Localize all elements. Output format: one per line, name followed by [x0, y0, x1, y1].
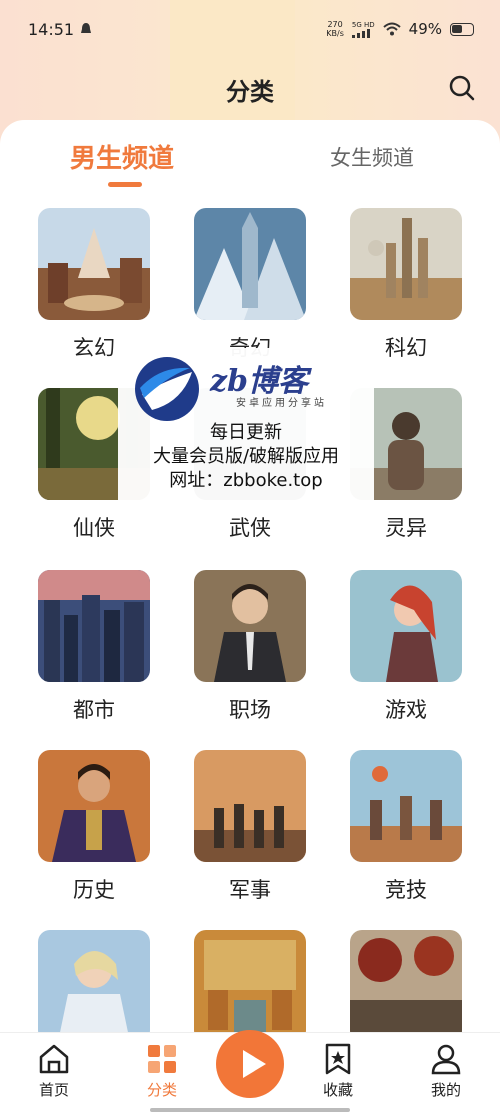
category-label: 职场	[229, 698, 271, 722]
category-item-row5-2[interactable]	[194, 930, 306, 1032]
category-cover-image	[38, 750, 150, 862]
play-icon	[243, 1050, 266, 1078]
tab-male-channel[interactable]: 男生频道	[70, 138, 174, 175]
category-item-junshi[interactable]: 军事	[194, 750, 306, 910]
status-time: 14:51	[28, 19, 75, 39]
page-title: 分类	[226, 78, 274, 106]
category-label: 灵异	[385, 516, 427, 540]
watermark-line-2: 大量会员版/破解版应用	[152, 446, 340, 467]
category-cover-image	[350, 930, 462, 1032]
category-label: 武侠	[229, 516, 271, 540]
category-label: 仙侠	[73, 516, 115, 540]
nav-bookmarks-label: 收藏	[322, 1081, 353, 1099]
nav-profile[interactable]: 我的	[416, 1041, 476, 1100]
category-item-zhichang[interactable]: 职场	[194, 570, 306, 730]
signal-indicator: 5G HD	[351, 21, 375, 38]
battery-percent: 49%	[408, 20, 442, 38]
watermark-line-1: 每日更新	[210, 422, 282, 443]
nav-category-label: 分类	[146, 1081, 177, 1099]
category-item-qihuan[interactable]: 奇幻	[194, 208, 306, 368]
category-cover-image	[38, 208, 150, 320]
category-item-lishi[interactable]: 历史	[38, 750, 150, 910]
nav-profile-label: 我的	[430, 1081, 461, 1099]
search-button[interactable]	[446, 72, 478, 104]
category-cover-image	[38, 930, 150, 1032]
header: 分类	[0, 58, 500, 118]
category-label: 军事	[229, 878, 271, 902]
watermark-tagline: 安卓应用分享站	[236, 398, 327, 409]
category-cover-image	[38, 570, 150, 682]
play-button[interactable]	[216, 1030, 284, 1098]
category-cover-image	[350, 208, 462, 320]
wifi-icon	[382, 22, 401, 36]
category-cover-image	[350, 570, 462, 682]
status-bar: 14:51 270 KB/s 5G HD 49%	[0, 0, 500, 58]
category-label: 游戏	[385, 698, 427, 722]
category-item-youxi[interactable]: 游戏	[350, 570, 462, 730]
category-cover-image	[194, 930, 306, 1032]
category-cover-image	[350, 750, 462, 862]
home-icon	[39, 1044, 69, 1074]
category-item-dushi[interactable]: 都市	[38, 570, 150, 730]
nav-home-label: 首页	[38, 1081, 69, 1099]
category-icon	[148, 1045, 176, 1073]
category-cover-image	[194, 208, 306, 320]
battery-icon	[450, 22, 474, 36]
category-item-xuanhuan[interactable]: 玄幻	[38, 208, 150, 368]
network-speed: 270 KB/s	[326, 20, 344, 38]
channel-tabs: 男生频道 女生频道	[0, 120, 500, 200]
active-tab-indicator	[108, 182, 142, 187]
notification-icon	[81, 23, 92, 33]
tab-female-channel[interactable]: 女生频道	[330, 142, 414, 172]
category-cover-image	[194, 570, 306, 682]
category-cover-image	[194, 750, 306, 862]
watermark-logo	[135, 357, 199, 421]
category-item-row5-1[interactable]	[38, 930, 150, 1032]
nav-category[interactable]: 分类	[132, 1041, 192, 1100]
nav-bookmarks[interactable]: 收藏	[308, 1041, 368, 1100]
signal-icon	[351, 28, 370, 38]
home-indicator[interactable]	[150, 1108, 350, 1112]
bookmark-icon	[325, 1043, 351, 1075]
profile-icon	[431, 1044, 461, 1075]
category-item-kehuan[interactable]: 科幻	[350, 208, 462, 368]
category-item-jingji[interactable]: 竞技	[350, 750, 462, 910]
search-icon	[449, 75, 475, 101]
watermark-overlay: zb博客 安卓应用分享站 每日更新 大量会员版/破解版应用 网址：zbboke.…	[118, 348, 374, 504]
category-item-row5-3[interactable]	[350, 930, 462, 1032]
category-label: 都市	[73, 698, 115, 722]
category-content: 男生频道 女生频道 玄幻 科幻 仙侠 武侠 灵异 都市 职场 游戏 历史 军事 …	[0, 120, 500, 1032]
category-label: 竞技	[385, 878, 427, 902]
nav-home[interactable]: 首页	[24, 1041, 84, 1100]
category-label: 历史	[73, 878, 115, 902]
watermark-line-3: 网址：zbboke.top	[169, 470, 323, 491]
